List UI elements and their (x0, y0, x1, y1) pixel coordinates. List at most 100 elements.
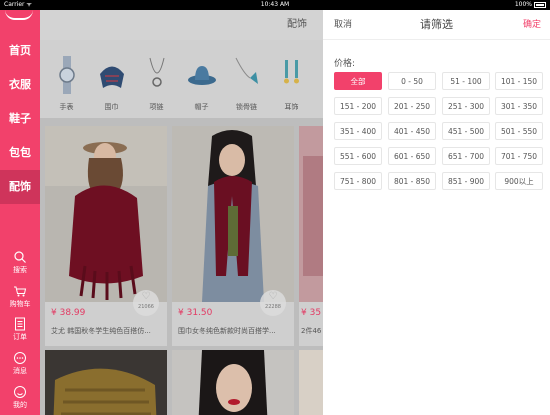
product-card[interactable]: ♡ 22288 ¥ 31.50 围巾女冬纯色新款时尚百搭学... (172, 126, 294, 346)
heart-icon: ♡ (141, 291, 151, 302)
price-option[interactable]: 401 - 450 (388, 122, 436, 140)
like-count: 22288 (265, 304, 281, 310)
product-price: ¥ 31.50 (178, 308, 213, 318)
hat-icon (188, 66, 216, 85)
product-card[interactable]: ♡ 21066 ¥ 38.99 艾尤 韩国秋冬学生纯色百搭仿... (45, 126, 167, 346)
filter-title: 请筛选 (420, 18, 453, 31)
price-option[interactable]: 701 - 750 (495, 147, 543, 165)
order-icon (15, 317, 25, 331)
price-option[interactable]: 301 - 350 (495, 97, 543, 115)
main-header: 配饰 (40, 10, 323, 40)
price-option[interactable]: 501 - 550 (495, 122, 543, 140)
price-label: 价格: (334, 59, 356, 69)
product-desc: 围巾女冬纯色新款时尚百搭学... (178, 327, 276, 335)
like-counter[interactable]: ♡ 22288 (260, 290, 286, 316)
category-label: 手表 (59, 103, 74, 111)
product-desc: 2件46 (301, 327, 322, 335)
price-option[interactable]: 651 - 700 (442, 147, 490, 165)
price-option[interactable]: 551 - 600 (334, 147, 382, 165)
search-tool[interactable]: 搜索 (0, 250, 40, 275)
product-card[interactable] (45, 350, 167, 415)
category-label: 帽子 (194, 103, 209, 111)
price-option[interactable]: 601 - 650 (388, 147, 436, 165)
product-image (172, 126, 294, 302)
battery-percent: 100% (514, 1, 532, 8)
price-option[interactable]: 全部 (334, 72, 382, 90)
like-counter[interactable]: ♡ 21066 (133, 290, 159, 316)
product-price: ¥ 38.99 (51, 308, 86, 318)
product-card[interactable] (299, 350, 323, 415)
price-option[interactable]: 0 - 50 (388, 72, 436, 90)
filter-panel: 请筛选 取消 确定 价格: 全部 0 - 50 51 - 100 101 - 150 1… (323, 10, 550, 415)
price-option[interactable]: 751 - 800 (334, 172, 382, 190)
status-bar: Carrier ᯤ 10:43 AM 100% (0, 0, 550, 10)
price-option[interactable]: 201 - 250 (388, 97, 436, 115)
sidebar-item-home[interactable]: 首页 (0, 34, 40, 68)
price-option[interactable]: 900以上 (495, 172, 543, 190)
price-option[interactable]: 101 - 150 (495, 72, 543, 90)
price-option[interactable]: 801 - 850 (388, 172, 436, 190)
battery-icon (534, 2, 546, 8)
product-price: ¥ 35 (301, 308, 322, 318)
price-option[interactable]: 351 - 400 (334, 122, 382, 140)
message-tool[interactable]: 消息 (0, 351, 40, 376)
category-label: 项链 (149, 103, 164, 111)
product-image (299, 350, 323, 415)
product-desc: 艾尤 韩国秋冬学生纯色百搭仿... (51, 327, 151, 335)
clock: 10:43 AM (260, 1, 290, 8)
product-grid: ♡ 21066 ¥ 38.99 艾尤 韩国秋冬学生纯色百搭仿... ♡ 2228… (40, 118, 323, 415)
sidebar: 首页 衣服 鞋子 包包 配饰 搜索 购物车 订单 消息 我的 (0, 10, 40, 415)
message-tool-label: 消息 (13, 367, 27, 375)
category-earring[interactable]: 耳饰 (269, 40, 314, 120)
sidebar-item-accessories[interactable]: 配饰 (0, 170, 40, 204)
category-label: 耳饰 (284, 103, 299, 111)
filter-header: 请筛选 取消 确定 (323, 10, 550, 40)
profile-tool[interactable]: 我的 (0, 385, 40, 410)
product-image (299, 126, 323, 302)
price-option[interactable]: 851 - 900 (442, 172, 490, 190)
app-screen: Carrier ᯤ 10:43 AM 100% 首页 衣服 鞋子 包包 配饰 搜… (0, 0, 550, 415)
watch-icon (59, 56, 75, 94)
order-tool[interactable]: 订单 (0, 317, 40, 342)
cart-tool-label: 购物车 (9, 300, 31, 308)
order-tool-label: 订单 (13, 333, 27, 341)
category-label: 锁骨链 (236, 103, 257, 111)
like-count: 21066 (138, 304, 154, 310)
sidebar-item-shoes[interactable]: 鞋子 (0, 102, 40, 136)
cart-tool[interactable]: 购物车 (0, 284, 40, 309)
price-option[interactable]: 151 - 200 (334, 97, 382, 115)
cancel-button[interactable]: 取消 (334, 10, 352, 40)
product-area: 配饰 手表 围巾 项链 帽子 锁骨链 耳饰 ♡ 21066 ¥ 38.99 艾尤… (40, 10, 323, 415)
category-hat[interactable]: 帽子 (179, 40, 224, 120)
product-image (172, 350, 294, 415)
logo-curve (5, 10, 33, 20)
product-image (45, 350, 167, 415)
sidebar-item-bags[interactable]: 包包 (0, 136, 40, 170)
sidebar-item-clothes[interactable]: 衣服 (0, 68, 40, 102)
search-icon (14, 251, 26, 263)
message-icon (14, 352, 26, 364)
page-title: 配饰 (287, 19, 307, 30)
category-strip: 手表 围巾 项链 帽子 锁骨链 耳饰 (40, 40, 323, 120)
confirm-button[interactable]: 确定 (523, 10, 541, 40)
price-option[interactable]: 451 - 500 (442, 122, 490, 140)
category-pendant[interactable]: 锁骨链 (224, 40, 269, 120)
cart-icon (14, 286, 27, 297)
profile-tool-label: 我的 (13, 401, 27, 409)
product-image (45, 126, 167, 302)
profile-icon (14, 386, 26, 398)
search-tool-label: 搜索 (13, 266, 27, 274)
earring-icon (284, 60, 299, 84)
price-option[interactable]: 51 - 100 (442, 72, 490, 90)
scarf-icon (100, 66, 124, 88)
price-option[interactable]: 251 - 300 (442, 97, 490, 115)
product-card[interactable] (172, 350, 294, 415)
category-label: 围巾 (104, 103, 119, 111)
category-scarf[interactable]: 围巾 (89, 40, 134, 120)
necklace-icon (149, 57, 165, 87)
product-card[interactable]: ¥ 35 2件46 (299, 126, 323, 346)
category-watch[interactable]: 手表 (44, 40, 89, 120)
pendant-icon (235, 57, 258, 84)
heart-icon: ♡ (268, 291, 278, 302)
category-necklace[interactable]: 项链 (134, 40, 179, 120)
